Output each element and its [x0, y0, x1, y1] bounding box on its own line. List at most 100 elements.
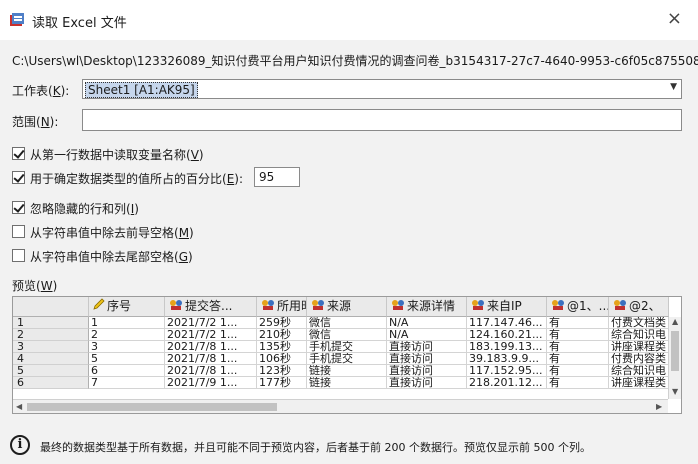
- scroll-right-icon[interactable]: ▶: [656, 402, 662, 411]
- table-cell: 有: [547, 329, 609, 341]
- table-cell: 117.152.95...: [467, 365, 547, 377]
- column-header[interactable]: @1、...: [547, 297, 609, 317]
- corner-cell: [13, 297, 89, 317]
- option-label: 从字符串值中除去前导空格(M): [30, 226, 194, 240]
- table-cell: 135秒: [257, 341, 307, 353]
- table-row[interactable]: 1 1 2021/7/2 1... 259秒 微信 N/A 117.147.46... 有付费…: [13, 317, 669, 329]
- table-cell: 综合知识电: [609, 365, 669, 377]
- table-cell: 2021/7/9 1...: [165, 377, 257, 389]
- horizontal-scroll-thumb[interactable]: [27, 403, 277, 411]
- table-cell: 有: [547, 377, 609, 389]
- table-cell: 124.160.21...: [467, 329, 547, 341]
- vertical-scrollbar[interactable]: ▲ ▼: [668, 317, 681, 399]
- option-checkbox[interactable]: [12, 201, 25, 214]
- pencil-icon: [93, 297, 105, 316]
- table-cell: 39.183.9.9...: [467, 353, 547, 365]
- row-header: 6: [13, 377, 89, 389]
- table-cell: 手机提交: [307, 353, 387, 365]
- table-cell: 7: [89, 377, 165, 389]
- scroll-down-icon[interactable]: ▼: [672, 387, 678, 396]
- window-title: 读取 Excel 文件: [32, 16, 127, 31]
- column-header[interactable]: 来源详情: [387, 297, 467, 317]
- table-cell: 手机提交: [307, 341, 387, 353]
- nominal-variable-icon: [613, 297, 627, 316]
- option-label: 从第一行数据中读取变量名称(V): [30, 148, 204, 162]
- table-row[interactable]: 2 2 2021/7/2 1... 210秒 微信 N/A 124.160.21... 有综合…: [13, 329, 669, 341]
- table-row[interactable]: 4 5 2021/7/8 1... 106秒 手机提交 直接访问 39.183.9.9...…: [13, 353, 669, 365]
- table-cell: N/A: [387, 329, 467, 341]
- option-label: 从字符串值中除去尾部空格(G): [30, 250, 193, 264]
- table-cell: 链接: [307, 377, 387, 389]
- nominal-variable-icon: [551, 297, 565, 316]
- table-cell: N/A: [387, 317, 467, 329]
- nominal-variable-icon: [311, 297, 325, 316]
- table-cell: 讲座课程类: [609, 377, 669, 389]
- horizontal-scrollbar[interactable]: ◀ ▶: [13, 399, 668, 413]
- table-cell: 付费内容类: [609, 353, 669, 365]
- scroll-left-icon[interactable]: ◀: [16, 402, 22, 411]
- sheet-select-value: Sheet1 [A1:AK95]: [85, 82, 198, 98]
- table-cell: 3: [89, 341, 165, 353]
- table-cell: 183.199.13...: [467, 341, 547, 353]
- table-cell: 117.147.46...: [467, 317, 547, 329]
- row-header: 2: [13, 329, 89, 341]
- table-cell: 6: [89, 365, 165, 377]
- table-cell: 2021/7/2 1...: [165, 329, 257, 341]
- column-header[interactable]: @2、: [609, 297, 669, 317]
- sheet-select[interactable]: Sheet1 [A1:AK95] ▼: [82, 79, 682, 99]
- column-header[interactable]: 序号: [89, 297, 165, 317]
- option-label: 忽略隐藏的行和列(I): [30, 202, 139, 216]
- vertical-scroll-thumb[interactable]: [671, 331, 679, 371]
- column-header[interactable]: 提交答...: [165, 297, 257, 317]
- percent-input[interactable]: 95: [254, 167, 300, 187]
- nominal-variable-icon: [391, 297, 405, 316]
- table-row[interactable]: 6 7 2021/7/9 1... 177秒 链接 直接访问 218.201.12... 有讲…: [13, 377, 669, 389]
- row-header: 5: [13, 365, 89, 377]
- table-cell: 1: [89, 317, 165, 329]
- table-cell: 218.201.12...: [467, 377, 547, 389]
- table-cell: 直接访问: [387, 341, 467, 353]
- app-icon: [10, 13, 24, 26]
- option-checkbox[interactable]: [12, 225, 25, 238]
- table-cell: 讲座课程类: [609, 341, 669, 353]
- info-icon: i: [10, 435, 30, 455]
- range-input[interactable]: [82, 109, 682, 131]
- table-cell: 106秒: [257, 353, 307, 365]
- preview-label: 预览(W): [12, 279, 58, 293]
- table-row[interactable]: 3 3 2021/7/8 1... 135秒 手机提交 直接访问 183.199.13...…: [13, 341, 669, 353]
- chevron-down-icon[interactable]: ▼: [670, 82, 677, 92]
- table-cell: 直接访问: [387, 377, 467, 389]
- table-cell: 177秒: [257, 377, 307, 389]
- row-header: 4: [13, 353, 89, 365]
- column-header[interactable]: 来自IP: [467, 297, 547, 317]
- preview-grid[interactable]: 1 1 2021/7/2 1... 259秒 微信 N/A 117.147.46... 有付费…: [12, 296, 682, 414]
- close-button[interactable]: ×: [667, 8, 682, 29]
- table-row[interactable]: 5 6 2021/7/8 1... 123秒 链接 直接访问 117.152.95... 有综…: [13, 365, 669, 377]
- column-header[interactable]: 来源: [307, 297, 387, 317]
- nominal-variable-icon: [169, 297, 183, 316]
- option-checkbox[interactable]: [12, 249, 25, 262]
- option-checkbox[interactable]: [12, 147, 25, 160]
- table-cell: 链接: [307, 365, 387, 377]
- table-cell: 有: [547, 317, 609, 329]
- table-cell: 微信: [307, 317, 387, 329]
- table-cell: 综合知识电: [609, 329, 669, 341]
- table-cell: 有: [547, 353, 609, 365]
- table-cell: 2021/7/8 1...: [165, 365, 257, 377]
- range-label: 范围(N):: [12, 115, 59, 129]
- scroll-up-icon[interactable]: ▲: [672, 317, 678, 326]
- sheet-label: 工作表(K):: [12, 84, 70, 98]
- table-cell: 5: [89, 353, 165, 365]
- table-cell: 259秒: [257, 317, 307, 329]
- nominal-variable-icon: [471, 297, 485, 316]
- table-cell: 2021/7/2 1...: [165, 317, 257, 329]
- column-header[interactable]: 所用时间: [257, 297, 307, 317]
- table-cell: 123秒: [257, 365, 307, 377]
- option-checkbox[interactable]: [12, 171, 25, 184]
- table-cell: 付费文档类: [609, 317, 669, 329]
- table-cell: 有: [547, 365, 609, 377]
- file-path: C:\Users\wl\Desktop\123326089_知识付费平台用户知识…: [12, 54, 698, 68]
- table-cell: 直接访问: [387, 365, 467, 377]
- info-text: 最终的数据类型基于所有数据，并且可能不同于预览内容，后者基于前 200 个数据行…: [40, 441, 591, 454]
- table-cell: 直接访问: [387, 353, 467, 365]
